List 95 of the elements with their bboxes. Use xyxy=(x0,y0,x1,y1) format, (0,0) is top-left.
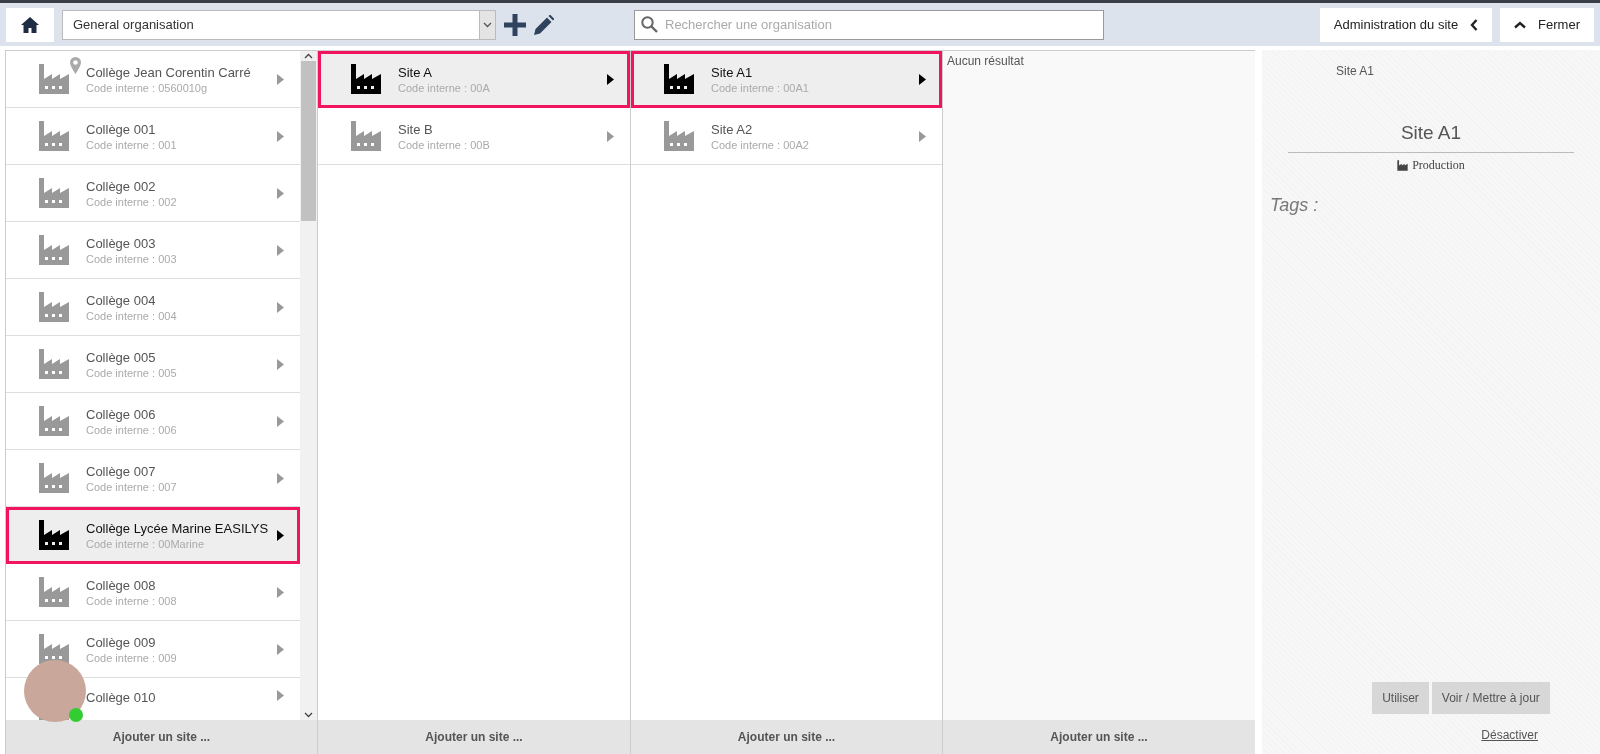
site-name: Collège 007 xyxy=(86,463,157,479)
add-button[interactable] xyxy=(504,13,526,36)
site-type: Production xyxy=(1412,158,1465,173)
action-button[interactable]: Voir / Mettre à jour xyxy=(1431,682,1550,714)
site-name: Site A2 xyxy=(711,121,754,137)
site-name: Collège 005 xyxy=(86,349,157,365)
add-site-button[interactable]: Ajouter un site ... xyxy=(6,720,317,754)
caret-right-icon xyxy=(919,130,926,142)
factory-icon xyxy=(663,63,695,95)
site-list-item[interactable]: Collège Lycée Marine EASILYS Code interne : 00Marine xyxy=(6,507,300,564)
site-list-item[interactable]: Site A Code interne : 00A xyxy=(318,51,630,108)
caret-right-icon xyxy=(277,415,284,427)
organisation-dropdown[interactable]: General organisation xyxy=(62,9,496,40)
site-code: Code interne : 006 xyxy=(86,423,178,436)
factory-icon xyxy=(38,120,70,152)
deactivate-link[interactable]: Désactiver xyxy=(1481,728,1538,742)
site-admin-button[interactable]: Administration du site xyxy=(1319,7,1493,42)
factory-icon xyxy=(38,405,70,437)
site-code: Code interne : 004 xyxy=(86,309,178,322)
chevron-up-icon xyxy=(304,53,313,59)
caret-right-icon xyxy=(277,244,284,256)
site-name: Collège 006 xyxy=(86,406,157,422)
caret-right-icon xyxy=(277,73,284,85)
caret-right-icon xyxy=(277,586,284,598)
site-name: Collège 009 xyxy=(86,634,157,650)
site-code: Code interne : 0560010g xyxy=(86,81,209,94)
site-code: Code interne : 007 xyxy=(86,480,178,493)
factory-icon xyxy=(350,63,382,95)
factory-icon xyxy=(1397,160,1409,171)
site-code: Code interne : 008 xyxy=(86,594,178,607)
factory-icon xyxy=(38,234,70,266)
scrollbar-thumb[interactable] xyxy=(301,61,316,221)
site-code: Code interne : 00A1 xyxy=(711,81,810,94)
home-icon xyxy=(21,16,39,33)
site-name: Collège 004 xyxy=(86,292,157,308)
chevron-left-icon xyxy=(1470,18,1479,31)
chevron-up-icon xyxy=(1514,20,1527,29)
site-name: Collège 010 xyxy=(86,690,157,705)
scrollbar[interactable] xyxy=(300,51,317,720)
add-site-button[interactable]: Ajouter un site ... xyxy=(631,720,942,754)
caret-right-icon xyxy=(277,130,284,142)
caret-right-icon xyxy=(277,472,284,484)
search-field[interactable]: Rechercher une organisation xyxy=(634,9,1104,40)
home-button[interactable] xyxy=(6,7,54,42)
breadcrumb: Site A1 xyxy=(1336,64,1375,78)
site-name: Site B xyxy=(398,121,434,137)
site-code: Code interne : 002 xyxy=(86,195,178,208)
tags-label: Tags : xyxy=(1270,195,1320,216)
factory-icon xyxy=(38,519,70,551)
empty-message: Aucun résultat xyxy=(946,53,1025,70)
caret-right-icon xyxy=(607,130,614,142)
site-code: Code interne : 00A2 xyxy=(711,138,810,151)
factory-icon xyxy=(38,63,70,95)
caret-right-icon xyxy=(277,187,284,199)
site-code: Code interne : 00A xyxy=(398,81,491,94)
site-name: Collège 002 xyxy=(86,178,157,194)
factory-icon xyxy=(38,291,70,323)
site-code: Code interne : 00B xyxy=(398,138,491,151)
site-code: Code interne : 00Marine xyxy=(86,537,205,550)
caret-right-icon xyxy=(277,301,284,313)
edit-button[interactable] xyxy=(534,14,554,35)
site-name: Collège 003 xyxy=(86,235,157,251)
site-name: Site A1 xyxy=(711,64,754,80)
chevron-down-icon xyxy=(483,21,492,28)
action-button[interactable]: Utiliser xyxy=(1372,682,1429,714)
pencil-icon xyxy=(534,14,554,35)
factory-icon xyxy=(38,348,70,380)
plus-icon xyxy=(504,13,526,36)
search-icon xyxy=(641,15,658,33)
factory-icon xyxy=(663,120,695,152)
factory-icon xyxy=(38,177,70,209)
caret-right-icon xyxy=(919,73,926,85)
close-button[interactable]: Fermer xyxy=(1500,7,1594,42)
add-site-button[interactable]: Ajouter un site ... xyxy=(318,720,630,754)
caret-right-icon xyxy=(607,73,614,85)
site-code: Code interne : 009 xyxy=(86,651,178,664)
site-name: Collège 001 xyxy=(86,121,157,137)
factory-icon xyxy=(350,120,382,152)
site-list-item[interactable]: Site A1 Code interne : 00A1 xyxy=(631,51,942,108)
caret-right-icon xyxy=(277,358,284,370)
site-code: Code interne : 001 xyxy=(86,138,178,151)
site-name: Collège Jean Corentin Carré xyxy=(86,64,252,80)
add-site-button[interactable]: Ajouter un site ... xyxy=(943,720,1255,754)
site-title: Site A1 xyxy=(1400,122,1462,144)
factory-icon xyxy=(38,462,70,494)
site-name: Collège Lycée Marine EASILYS xyxy=(86,520,270,536)
caret-right-icon xyxy=(277,643,284,655)
caret-right-icon xyxy=(277,690,284,701)
site-code: Code interne : 003 xyxy=(86,252,178,265)
site-name: Site A xyxy=(398,64,433,80)
site-code: Code interne : 005 xyxy=(86,366,178,379)
site-name: Collège 008 xyxy=(86,577,157,593)
factory-icon xyxy=(38,576,70,608)
chevron-down-icon xyxy=(304,712,313,718)
caret-right-icon xyxy=(277,529,284,541)
